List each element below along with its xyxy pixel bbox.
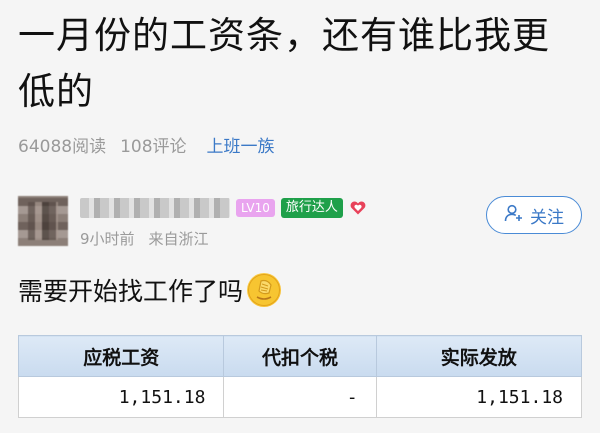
author-name-blurred[interactable] bbox=[80, 198, 230, 218]
comment-count[interactable]: 108评论 bbox=[120, 132, 186, 157]
table-row: 1,151.18 - 1,151.18 bbox=[17, 376, 583, 418]
post-meta: 64088阅读 108评论 上班一族 bbox=[18, 132, 275, 157]
add-user-icon bbox=[504, 203, 524, 228]
salary-table-header-row: 应税工资 代扣个税 实际发放 bbox=[17, 335, 583, 377]
facepalm-emoji-icon bbox=[247, 273, 282, 307]
post-location: 来自浙江 bbox=[148, 230, 209, 248]
cell-withheld-tax: - bbox=[223, 376, 377, 418]
level-badge: LV10 bbox=[236, 199, 275, 217]
title-badge: 旅行达人 bbox=[280, 198, 343, 218]
cell-actual-paid: 1,151.18 bbox=[375, 376, 583, 418]
read-count: 64088阅读 bbox=[18, 137, 107, 157]
post-body-text: 需要开始找工作了吗 bbox=[18, 277, 244, 306]
header-taxable-salary: 应税工资 bbox=[17, 335, 225, 377]
post-time: 9小时前 bbox=[80, 230, 135, 248]
author-name-row: LV10 旅行达人 bbox=[80, 198, 367, 218]
cell-taxable-salary: 1,151.18 bbox=[17, 376, 225, 418]
header-actual-paid: 实际发放 bbox=[375, 335, 583, 377]
post-page: 一月份的工资条，还有谁比我更低的 64088阅读 108评论 上班一族 LV10… bbox=[0, 0, 600, 433]
avatar[interactable] bbox=[18, 196, 68, 246]
post-title: 一月份的工资条，还有谁比我更低的 bbox=[18, 14, 550, 113]
topic-link[interactable]: 上班一族 bbox=[207, 132, 275, 157]
salary-table: 应税工资 代扣个税 实际发放 1,151.18 - 1,151.18 bbox=[17, 335, 583, 418]
author-sub-row: 9小时前 来自浙江 bbox=[80, 228, 209, 249]
follow-button[interactable]: 关注 bbox=[486, 196, 582, 234]
heart-icon bbox=[349, 199, 367, 217]
follow-label: 关注 bbox=[530, 207, 564, 228]
author-block: LV10 旅行达人 9小时前 来自浙江 关注 bbox=[18, 190, 582, 260]
header-withheld-tax: 代扣个税 bbox=[223, 335, 377, 377]
post-content: 需要开始找工作了吗 bbox=[18, 272, 282, 308]
